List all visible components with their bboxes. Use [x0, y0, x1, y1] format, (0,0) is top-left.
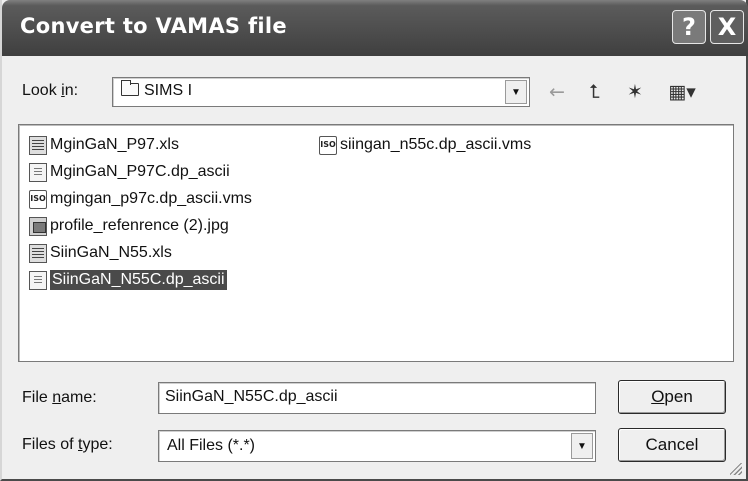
list-item[interactable]: SiinGaN_N55.xls	[29, 242, 172, 264]
file-type-dropdown[interactable]: All Files (*.*) ▼	[158, 430, 596, 462]
open-button[interactable]: Open	[618, 380, 726, 414]
close-button[interactable]: X	[710, 10, 744, 44]
back-icon[interactable]: ←	[542, 79, 572, 105]
file-name-label-key: n	[52, 389, 62, 406]
new-folder-icon[interactable]: ✶	[618, 79, 652, 105]
list-item[interactable]: SiinGaN_N55C.dp_ascii	[29, 269, 227, 291]
help-button[interactable]: ?	[672, 10, 706, 44]
file-name-label-post: ame:	[61, 389, 97, 406]
file-name-value: SiinGaN_N55C.dp_ascii	[165, 388, 338, 405]
look-in-value-wrap: SIMS I	[121, 80, 193, 100]
excel-file-icon	[29, 243, 47, 263]
file-list[interactable]: MginGaN_P97.xls MginGaN_P97C.dp_ascii IS…	[18, 124, 734, 362]
open-button-label: pen	[664, 387, 693, 406]
chevron-down-icon[interactable]: ▼	[505, 80, 527, 104]
excel-file-icon	[29, 135, 47, 155]
file-name: siingan_n55c.dp_ascii.vms	[340, 136, 532, 153]
file-name: MginGaN_P97C.dp_ascii	[50, 163, 230, 180]
folder-icon	[121, 80, 139, 96]
list-item[interactable]: MginGaN_P97C.dp_ascii	[29, 161, 230, 183]
look-in-label-post: n:	[64, 82, 79, 99]
text-file-icon	[29, 270, 47, 290]
window-title: Convert to VAMAS file	[20, 14, 287, 38]
look-in-value: SIMS I	[144, 82, 193, 99]
open-button-key: O	[651, 387, 665, 406]
title-bar[interactable]: Convert to VAMAS file ? X	[2, 0, 748, 56]
file-name: profile_refenrence (2).jpg	[50, 217, 229, 234]
file-type-label-pre: Files of	[22, 436, 79, 453]
list-item[interactable]: MginGaN_P97.xls	[29, 134, 179, 156]
file-name-label-pre: File	[22, 389, 53, 406]
file-type-label-post: ype:	[82, 436, 113, 453]
look-in-label-pre: Look	[22, 82, 62, 99]
resize-grip-icon[interactable]	[730, 463, 742, 475]
look-in-label: Look in:	[22, 82, 78, 100]
list-item[interactable]: profile_refenrence (2).jpg	[29, 215, 229, 237]
cancel-button[interactable]: Cancel	[618, 428, 726, 462]
file-name: MginGaN_P97.xls	[50, 136, 179, 153]
list-item[interactable]: ISO siingan_n55c.dp_ascii.vms	[319, 134, 531, 156]
look-in-dropdown[interactable]: SIMS I ▼	[112, 77, 530, 107]
up-folder-icon[interactable]: ⮤	[580, 79, 610, 105]
view-menu-icon[interactable]: ▦▾	[662, 79, 702, 105]
text-file-icon	[29, 162, 47, 182]
iso-file-icon: ISO	[319, 135, 337, 155]
file-name: mgingan_p97c.dp_ascii.vms	[50, 190, 252, 207]
file-dialog: Convert to VAMAS file ? X Look in: SIMS …	[0, 0, 748, 481]
file-name-label: File name:	[22, 389, 97, 407]
file-type-value: All Files (*.*)	[167, 437, 256, 454]
list-item[interactable]: ISO mgingan_p97c.dp_ascii.vms	[29, 188, 252, 210]
chevron-down-icon[interactable]: ▼	[571, 433, 593, 459]
iso-file-icon: ISO	[29, 189, 47, 209]
file-name: SiinGaN_N55C.dp_ascii	[50, 270, 227, 290]
file-type-label: Files of type:	[22, 436, 113, 454]
file-name: SiinGaN_N55.xls	[50, 244, 172, 261]
file-name-field[interactable]: SiinGaN_N55C.dp_ascii	[158, 382, 596, 414]
image-file-icon	[29, 216, 47, 236]
